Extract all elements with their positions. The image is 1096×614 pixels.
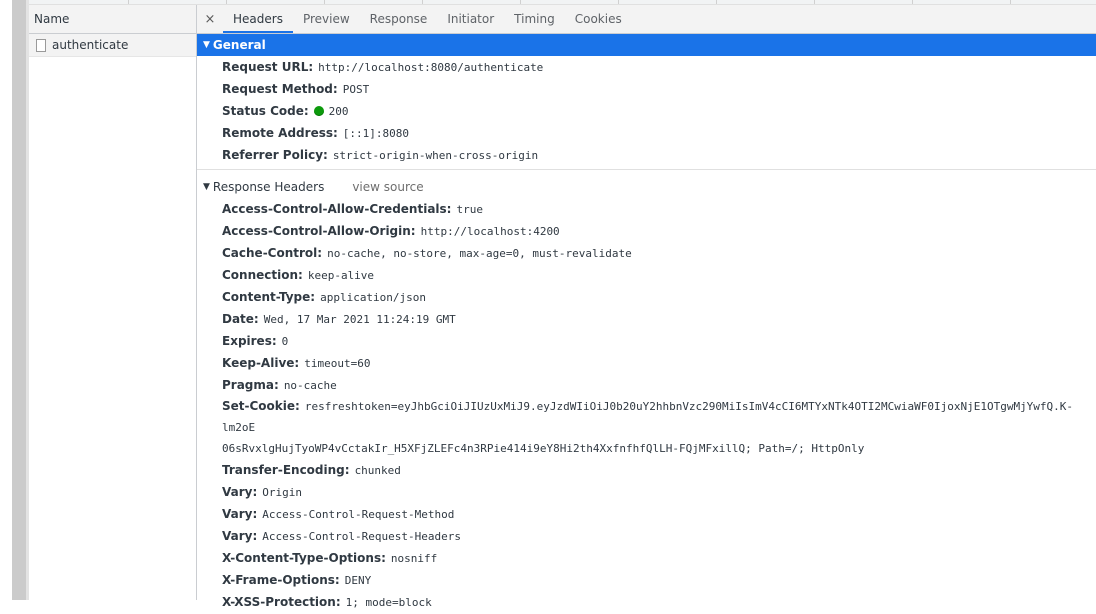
- header-key: Transfer-Encoding:: [222, 463, 350, 477]
- header-key: Referrer Policy:: [222, 148, 328, 162]
- header-value-continued: 06sRvxlgHujTyoWP4vCctakIr_H5XFjZLEFc4n3R…: [222, 442, 865, 455]
- response-header-row: Cache-Control: no-cache, no-store, max-ag…: [197, 242, 1096, 264]
- details-tabbar: × Headers Preview Response Initiator Tim…: [197, 5, 1096, 34]
- response-headers-title: Response Headers: [212, 180, 325, 194]
- header-key: Request Method:: [222, 82, 338, 96]
- header-key: Content-Type:: [222, 290, 316, 304]
- referrer-policy-row: Referrer Policy: strict-origin-when-cross…: [197, 144, 1096, 166]
- left-margin: [0, 0, 12, 600]
- header-key: X-Frame-Options:: [222, 573, 340, 587]
- close-icon[interactable]: ×: [197, 6, 223, 33]
- header-value: 1; mode=block: [345, 596, 432, 609]
- response-header-row: X-Content-Type-Options: nosniff: [197, 547, 1096, 569]
- document-icon: [36, 38, 46, 52]
- section-divider: [197, 169, 1096, 170]
- header-value: Access-Control-Request-Headers: [262, 530, 461, 543]
- remote-address-row: Remote Address: [::1]:8080: [197, 122, 1096, 144]
- tab-initiator[interactable]: Initiator: [437, 6, 504, 33]
- response-header-row: Vary: Access-Control-Request-Method: [197, 503, 1096, 525]
- header-key: Pragma:: [222, 378, 279, 392]
- request-list: Name authenticate: [29, 5, 197, 600]
- tab-headers[interactable]: Headers: [223, 6, 293, 33]
- panel-resize-strip[interactable]: [12, 0, 26, 600]
- tab-cookies[interactable]: Cookies: [565, 6, 632, 33]
- header-value: Origin: [262, 486, 303, 499]
- header-key: Keep-Alive:: [222, 356, 300, 370]
- header-key: X-XSS-Protection:: [222, 595, 341, 609]
- response-header-row: Vary: Access-Control-Request-Headers: [197, 525, 1096, 547]
- header-value: resfreshtoken=eyJhbGciOiJIUzUxMiJ9.eyJzd…: [222, 400, 1074, 434]
- response-header-row: Keep-Alive: timeout=60: [197, 352, 1096, 374]
- header-value: POST: [342, 83, 370, 96]
- general-section-header[interactable]: ▼ General: [197, 34, 1096, 56]
- header-key: Vary:: [222, 485, 258, 499]
- header-key: Cache-Control:: [222, 246, 323, 260]
- triangle-down-icon: ▼: [203, 182, 210, 192]
- header-key: Connection:: [222, 268, 303, 282]
- triangle-down-icon: ▼: [203, 40, 210, 50]
- header-value: http://localhost:4200: [420, 225, 560, 238]
- response-header-row: Connection: keep-alive: [197, 264, 1096, 286]
- header-value: chunked: [354, 464, 401, 477]
- view-source-link[interactable]: view source: [352, 180, 423, 194]
- header-value: keep-alive: [307, 269, 375, 282]
- response-header-row: Expires: 0: [197, 330, 1096, 352]
- header-value: no-cache, no-store, max-age=0, must-reva…: [327, 247, 632, 260]
- tab-response[interactable]: Response: [360, 6, 438, 33]
- tab-preview[interactable]: Preview: [293, 6, 360, 33]
- request-row[interactable]: authenticate: [29, 34, 196, 57]
- response-header-row: Date: Wed, 17 Mar 2021 11:24:19 GMT: [197, 308, 1096, 330]
- tab-timing[interactable]: Timing: [504, 6, 565, 33]
- status-ok-icon: [313, 106, 324, 116]
- request-method-row: Request Method: POST: [197, 78, 1096, 100]
- header-value: strict-origin-when-cross-origin: [332, 149, 539, 162]
- header-key: Set-Cookie:: [222, 399, 300, 413]
- header-key: Vary:: [222, 529, 258, 543]
- response-headers-list: Access-Control-Allow-Credentials: true Acc…: [197, 198, 1096, 396]
- response-header-row: Access-Control-Allow-Credentials: true: [197, 198, 1096, 220]
- set-cookie-row: Set-Cookie: resfreshtoken=eyJhbGciOiJIUzU…: [197, 396, 1096, 459]
- general-title: General: [212, 38, 266, 52]
- header-key: Request URL:: [222, 60, 314, 74]
- header-value: no-cache: [283, 379, 337, 392]
- header-key: Vary:: [222, 507, 258, 521]
- name-column-header[interactable]: Name: [29, 5, 196, 34]
- header-key: X-Content-Type-Options:: [222, 551, 386, 565]
- response-headers-section-header[interactable]: ▼ Response Headers view source: [197, 176, 1096, 198]
- response-header-row: Access-Control-Allow-Origin: http://local…: [197, 220, 1096, 242]
- header-key: Expires:: [222, 334, 277, 348]
- response-headers-list-continued: Transfer-Encoding: chunked Vary: Origin Vary…: [197, 459, 1096, 613]
- header-value: true: [456, 203, 483, 216]
- header-key: Remote Address:: [222, 126, 338, 140]
- request-name: authenticate: [52, 38, 129, 52]
- header-value: [::1]:8080: [342, 127, 410, 140]
- response-header-row: X-Frame-Options: DENY: [197, 569, 1096, 591]
- header-value: application/json: [320, 291, 427, 304]
- header-value: http://localhost:8080/authenticate: [318, 61, 544, 74]
- header-value: nosniff: [390, 552, 438, 565]
- status-code-row: Status Code: 200: [197, 100, 1096, 122]
- header-key: Date:: [222, 312, 259, 326]
- header-key: Status Code:: [222, 104, 309, 118]
- header-key: Access-Control-Allow-Credentials:: [222, 202, 452, 216]
- header-key: Access-Control-Allow-Origin:: [222, 224, 416, 238]
- request-details-panel: × Headers Preview Response Initiator Tim…: [197, 5, 1096, 609]
- response-header-row: X-XSS-Protection: 1; mode=block: [197, 591, 1096, 613]
- header-value: timeout=60: [304, 357, 371, 370]
- response-header-row: Transfer-Encoding: chunked: [197, 459, 1096, 481]
- header-value: 200: [328, 105, 349, 118]
- response-header-row: Pragma: no-cache: [197, 374, 1096, 396]
- header-value: Wed, 17 Mar 2021 11:24:19 GMT: [263, 313, 456, 326]
- request-url-row: Request URL: http://localhost:8080/authen…: [197, 56, 1096, 78]
- header-value: DENY: [344, 574, 372, 587]
- header-value: 0: [281, 335, 289, 348]
- response-header-row: Vary: Origin: [197, 481, 1096, 503]
- header-value: Access-Control-Request-Method: [262, 508, 455, 521]
- response-header-row: Content-Type: application/json: [197, 286, 1096, 308]
